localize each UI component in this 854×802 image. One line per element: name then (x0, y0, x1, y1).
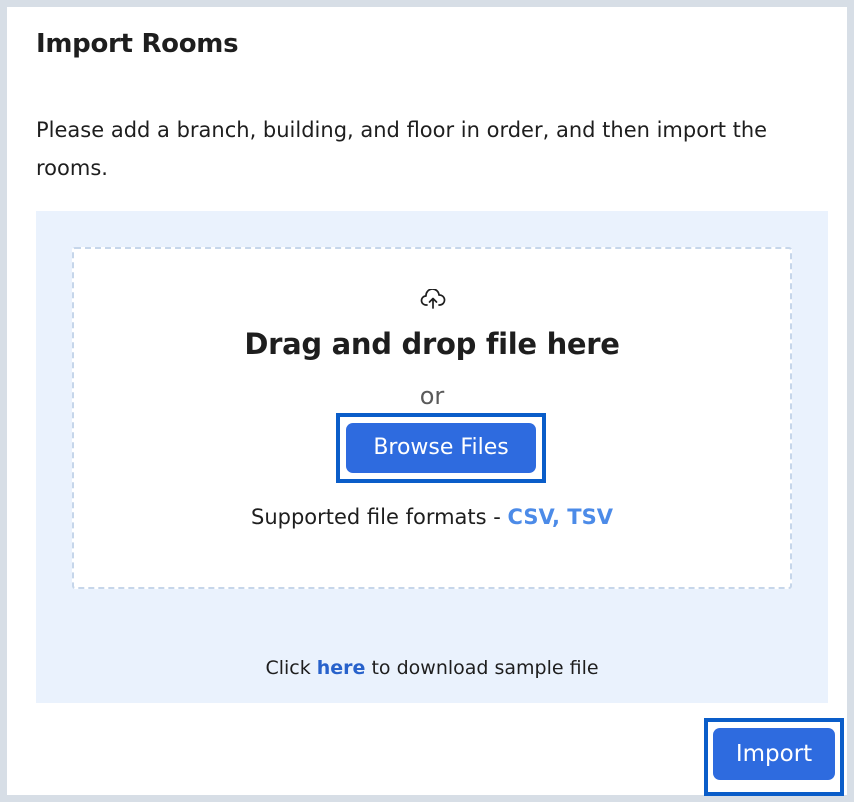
sample-suffix: to download sample file (365, 657, 599, 679)
browse-files-button[interactable]: Browse Files (346, 423, 536, 473)
drag-drop-text: Drag and drop file here (244, 327, 620, 361)
import-button[interactable]: Import (713, 728, 835, 780)
supported-formats: Supported file formats - CSV, TSV (74, 505, 790, 529)
file-dropzone[interactable]: Drag and drop file here or Browse Files … (72, 247, 792, 589)
download-sample-link[interactable]: here (317, 657, 366, 679)
sample-file-note: Click here to download sample file (36, 657, 828, 679)
supported-formats-list: CSV, TSV (507, 505, 613, 529)
dialog-description: Please add a branch, building, and floor… (36, 118, 768, 180)
cloud-upload-icon (420, 289, 446, 309)
upload-area: Drag and drop file here or Browse Files … (36, 211, 828, 703)
or-separator: or (419, 382, 445, 410)
supported-formats-label: Supported file formats - (250, 505, 508, 529)
dialog-title: Import Rooms (36, 29, 239, 59)
sample-prefix: Click (265, 657, 317, 679)
import-rooms-dialog: Import Rooms Please add a branch, buildi… (7, 7, 847, 796)
